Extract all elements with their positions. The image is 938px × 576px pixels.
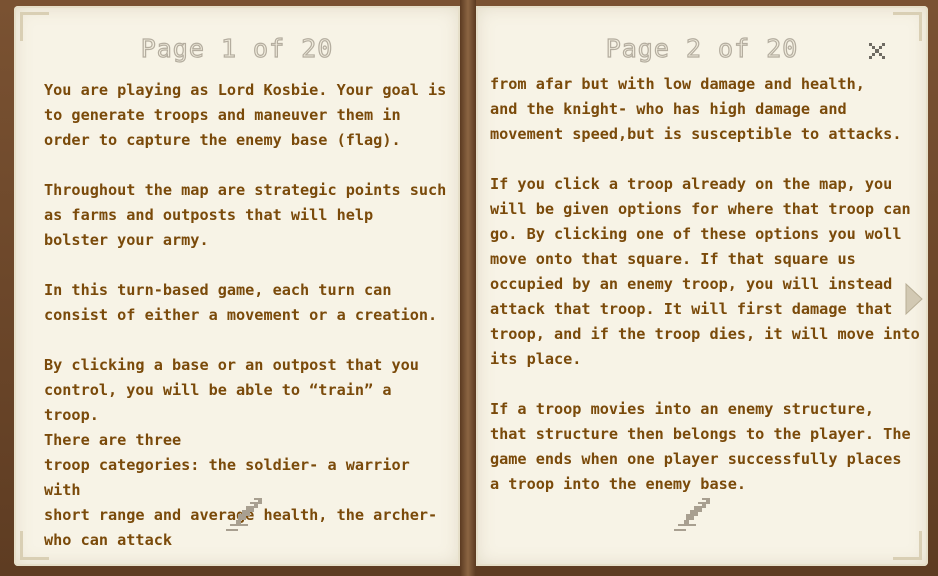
page-body-text: You are playing as Lord Kosbie. Your goa… [44, 81, 447, 549]
close-icon[interactable] [866, 40, 888, 62]
page-title: Page 1 of 20 [140, 33, 334, 63]
quill-icon [226, 498, 262, 531]
quill-icon [674, 498, 710, 531]
instruction-book: Page 1 of 20 You are playing as Lord Kos… [0, 0, 938, 576]
page-body-text: from afar but with low damage and health… [490, 75, 920, 493]
left-page: Page 1 of 20 You are playing as Lord Kos… [14, 6, 460, 566]
right-page: Page 2 of 20 from afar but with low dama… [476, 6, 928, 566]
book-spine [460, 0, 476, 576]
page-corner-ornament [893, 531, 922, 560]
page-title: Page 2 of 20 [605, 33, 799, 63]
next-page-arrow-icon[interactable] [904, 282, 924, 316]
